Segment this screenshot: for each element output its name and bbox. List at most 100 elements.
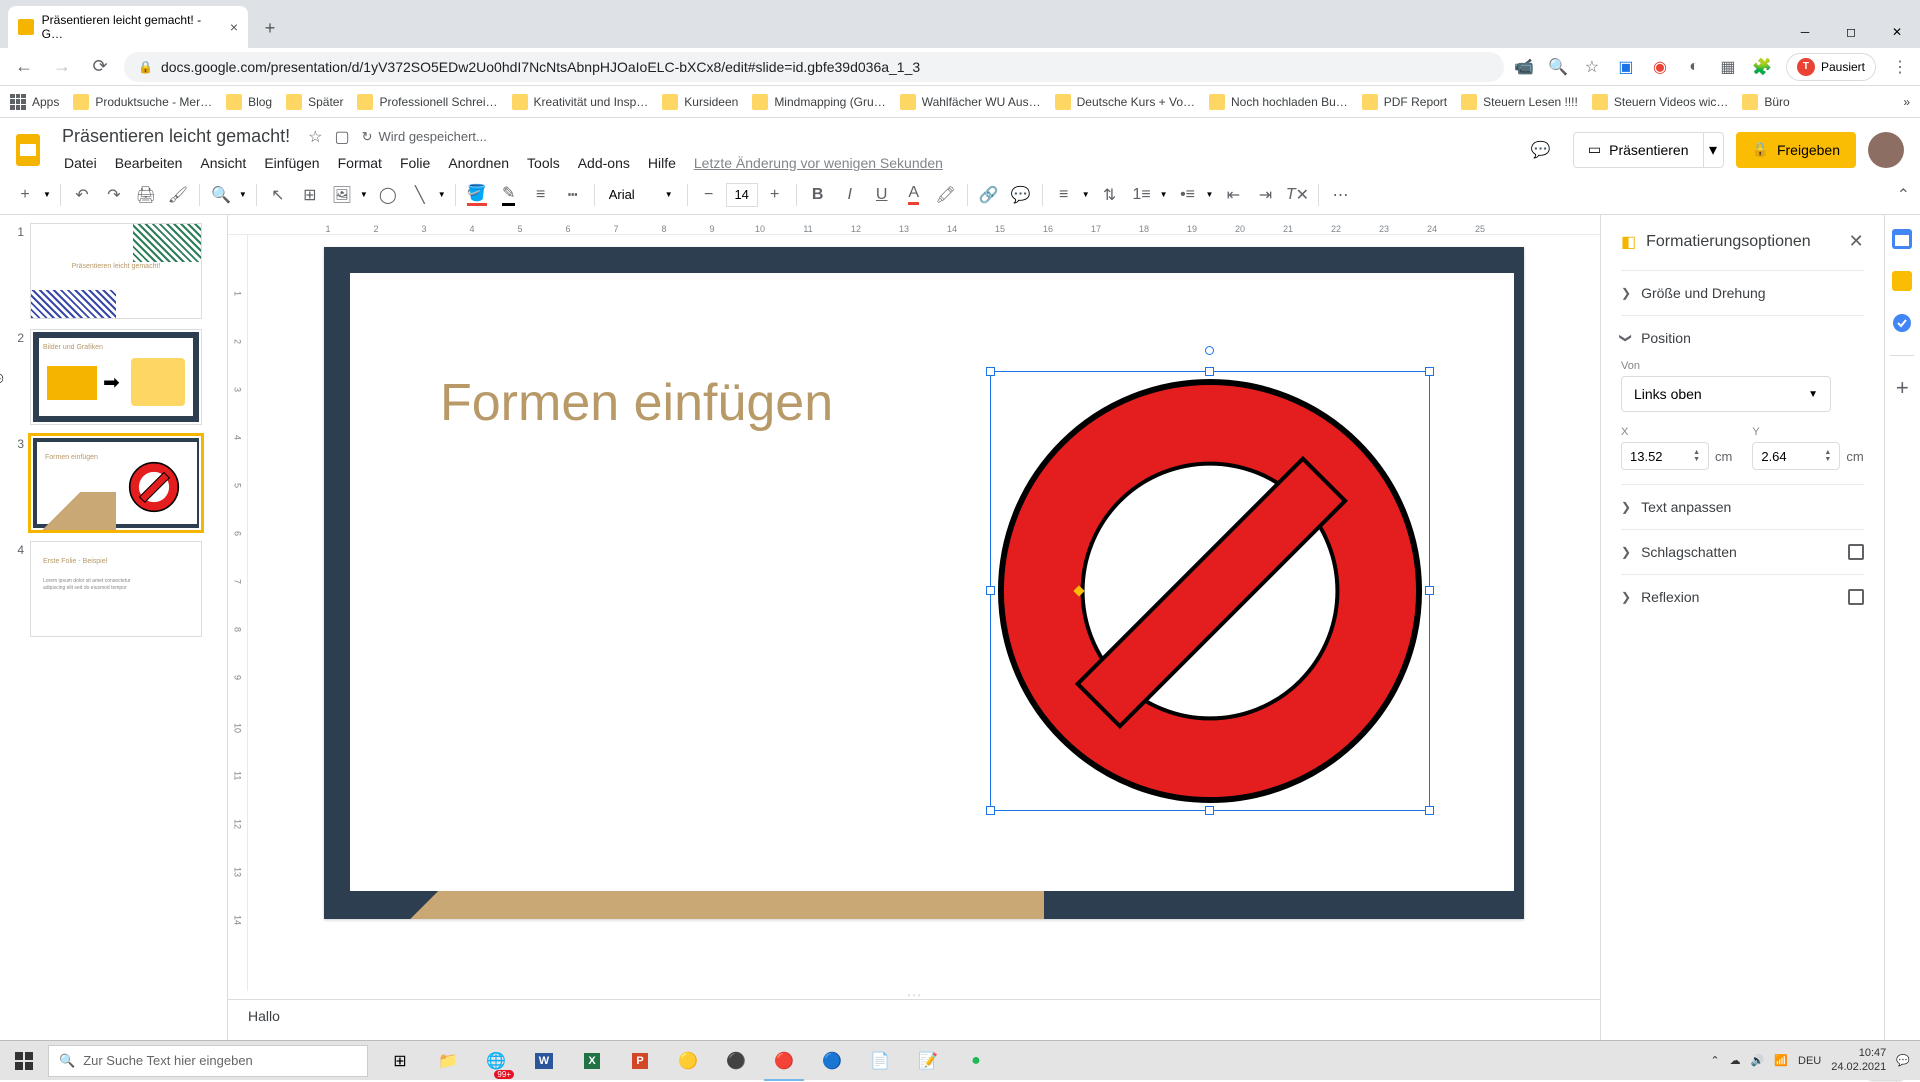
slide-stage[interactable]: Formen einfügen xyxy=(248,235,1600,991)
font-size-increase[interactable]: + xyxy=(760,180,790,210)
chevron-down-icon[interactable]: ▼ xyxy=(40,190,54,199)
bookmark-item[interactable]: Mindmapping (Gru… xyxy=(752,94,885,110)
section-shadow[interactable]: ❯ Schlagschatten xyxy=(1621,544,1864,560)
comments-icon[interactable]: 💬 xyxy=(1521,130,1561,170)
clock[interactable]: 10:47 24.02.2021 xyxy=(1831,1047,1886,1073)
rotate-handle[interactable] xyxy=(1205,346,1214,355)
stepper-down-icon[interactable]: ▼ xyxy=(1693,456,1700,463)
menu-anordnen[interactable]: Anordnen xyxy=(440,151,517,175)
resize-handle[interactable] xyxy=(1205,806,1214,815)
font-select[interactable]: Arial▼ xyxy=(601,187,681,202)
calendar-icon[interactable] xyxy=(1892,229,1912,249)
section-reflection[interactable]: ❯ Reflexion xyxy=(1621,589,1864,605)
forward-icon[interactable]: → xyxy=(48,53,76,81)
add-addon-icon[interactable]: + xyxy=(1892,378,1912,398)
menu-ansicht[interactable]: Ansicht xyxy=(192,151,254,175)
italic-icon[interactable]: I xyxy=(835,180,865,210)
chevron-down-icon[interactable]: ▼ xyxy=(1203,190,1217,199)
align-icon[interactable]: ≡ xyxy=(1049,180,1079,210)
shape-icon[interactable]: ◯ xyxy=(373,180,403,210)
wifi-icon[interactable]: 📶 xyxy=(1774,1054,1788,1067)
numbered-list-icon[interactable]: 1≡ xyxy=(1127,180,1157,210)
vertical-ruler[interactable]: 1234567891011121314 xyxy=(228,235,248,991)
minimize-icon[interactable]: ─ xyxy=(1782,16,1828,48)
file-explorer-icon[interactable]: 📁 xyxy=(424,1041,472,1081)
present-dropdown[interactable]: ▾ xyxy=(1704,132,1724,168)
stepper-up-icon[interactable]: ▲ xyxy=(1824,449,1831,456)
slide-thumbnail-4[interactable]: Erste Folie - Beispiel Lorem ipsum dolor… xyxy=(30,541,202,637)
chevron-down-icon[interactable]: ▼ xyxy=(1079,190,1093,199)
document-title[interactable]: Präsentieren leicht gemacht! xyxy=(56,124,296,149)
link-icon[interactable]: 🔗 xyxy=(974,180,1004,210)
taskbar-search[interactable]: 🔍 Zur Suche Text hier eingeben xyxy=(48,1045,368,1077)
url-input[interactable]: 🔒 docs.google.com/presentation/d/1yV372S… xyxy=(124,52,1504,82)
close-tab-icon[interactable]: × xyxy=(230,19,238,35)
bookmark-item[interactable]: Büro xyxy=(1742,94,1789,110)
resize-handle[interactable] xyxy=(1425,367,1434,376)
menu-datei[interactable]: Datei xyxy=(56,151,105,175)
bookmark-item[interactable]: Steuern Videos wic… xyxy=(1592,94,1729,110)
fill-color-icon[interactable]: 🪣 xyxy=(462,180,492,210)
last-edit-link[interactable]: Letzte Änderung vor wenigen Sekunden xyxy=(686,151,951,175)
position-from-select[interactable]: Links oben ▼ xyxy=(1621,376,1831,412)
slide-canvas[interactable]: Formen einfügen xyxy=(324,247,1524,919)
slides-logo-icon[interactable] xyxy=(8,130,48,170)
line-spacing-icon[interactable]: ⇅ xyxy=(1095,180,1125,210)
zoom-icon[interactable]: 🔍 xyxy=(206,180,236,210)
language-indicator[interactable]: DEU xyxy=(1798,1055,1821,1067)
chrome-icon[interactable]: 🔴 xyxy=(760,1041,808,1081)
horizontal-ruler[interactable]: 1234567891011121314151617181920212223242… xyxy=(228,215,1600,235)
textbox-icon[interactable]: ⊞ xyxy=(295,180,325,210)
resize-handle[interactable] xyxy=(1425,586,1434,595)
border-color-icon[interactable]: ✎ xyxy=(494,180,524,210)
font-size-decrease[interactable]: − xyxy=(694,180,724,210)
notifications-icon[interactable]: 💬 xyxy=(1896,1054,1910,1067)
move-icon[interactable]: ▢ xyxy=(334,127,349,147)
extension-icon[interactable]: ▣ xyxy=(1616,57,1636,77)
video-icon[interactable]: 📹 xyxy=(1514,57,1534,77)
task-view-icon[interactable]: ⊞ xyxy=(376,1041,424,1081)
keep-icon[interactable] xyxy=(1892,271,1912,291)
menu-tools[interactable]: Tools xyxy=(519,151,568,175)
edge-browser-icon[interactable]: 🔵 xyxy=(808,1041,856,1081)
tasks-icon[interactable] xyxy=(1892,313,1912,333)
bookmark-item[interactable]: Steuern Lesen !!!! xyxy=(1461,94,1578,110)
bookmarks-overflow[interactable]: » xyxy=(1903,95,1910,109)
line-icon[interactable]: ╲ xyxy=(405,180,435,210)
menu-bearbeiten[interactable]: Bearbeiten xyxy=(107,151,191,175)
notes-resize-handle[interactable]: • • • xyxy=(228,991,1600,999)
close-panel-icon[interactable]: ✕ xyxy=(1849,231,1864,252)
profile-paused[interactable]: T Pausiert xyxy=(1786,53,1876,81)
print-icon[interactable]: 🖨 xyxy=(131,180,161,210)
resize-handle[interactable] xyxy=(1425,806,1434,815)
underline-icon[interactable]: U xyxy=(867,180,897,210)
new-slide-button[interactable]: + xyxy=(10,180,40,210)
extensions-icon[interactable]: 🧩 xyxy=(1752,57,1772,77)
notepad-icon[interactable]: 📝 xyxy=(904,1041,952,1081)
resize-handle[interactable] xyxy=(986,806,995,815)
cloud-icon[interactable]: ☁ xyxy=(1730,1054,1741,1067)
spotify-icon[interactable]: ● xyxy=(952,1041,1000,1081)
speaker-notes[interactable]: Hallo xyxy=(228,999,1600,1041)
stepper-up-icon[interactable]: ▲ xyxy=(1693,449,1700,456)
close-window-icon[interactable]: ✕ xyxy=(1874,16,1920,48)
paint-format-icon[interactable]: 🖌 xyxy=(163,180,193,210)
font-size-input[interactable]: 14 xyxy=(726,183,758,207)
resize-handle[interactable] xyxy=(1205,367,1214,376)
menu-hilfe[interactable]: Hilfe xyxy=(640,151,684,175)
selected-shape[interactable] xyxy=(990,371,1430,811)
apps-button[interactable]: Apps xyxy=(10,94,59,110)
stepper-down-icon[interactable]: ▼ xyxy=(1824,456,1831,463)
slide-thumbnail-1[interactable]: Präsentieren leicht gemacht! xyxy=(30,223,202,319)
app-icon-2[interactable]: 📄 xyxy=(856,1041,904,1081)
more-icon[interactable]: ⋯ xyxy=(1325,180,1355,210)
bookmark-item[interactable]: Später xyxy=(286,94,343,110)
bulleted-list-icon[interactable]: •≡ xyxy=(1173,180,1203,210)
chrome-menu-icon[interactable]: ⋮ xyxy=(1890,57,1910,77)
select-tool-icon[interactable]: ↖ xyxy=(263,180,293,210)
menu-einfuegen[interactable]: Einfügen xyxy=(256,151,327,175)
reflection-checkbox[interactable] xyxy=(1848,589,1864,605)
slides-panel[interactable]: 1 Präsentieren leicht gemacht! 2 💬 Bilde… xyxy=(0,215,228,1041)
chevron-down-icon[interactable]: ▼ xyxy=(435,190,449,199)
border-weight-icon[interactable]: ≡ xyxy=(526,180,556,210)
